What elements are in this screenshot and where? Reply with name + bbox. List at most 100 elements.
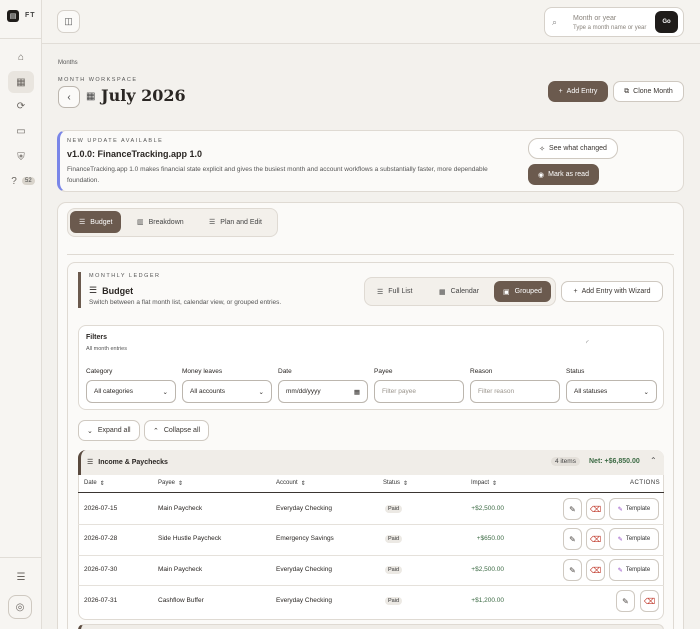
sort-icon: ⇕ [300,481,306,487]
mark-read-label: Mark as read [548,171,589,178]
chevron-up-icon: ⌃ [153,427,159,435]
view-calendar[interactable]: ▦ Calendar [430,281,488,302]
filter-reason-input[interactable]: Filter reason [470,380,560,403]
breadcrumb[interactable]: Months [58,60,78,66]
template-icon: ✎ [617,506,623,513]
filter-status-value: All statuses [574,388,608,395]
sparkle-icon: ✧ [539,145,545,153]
expand-all-button[interactable]: ⌄ Expand all [78,420,140,441]
app-logo-icon[interactable]: ▤ [7,10,19,22]
filter-account-select[interactable]: All accounts ⌄ [182,380,272,403]
col-date[interactable]: Date ⇕ [84,480,105,487]
filter-reason-label: Reason [470,368,493,375]
app-logo-text: FT [25,12,36,19]
workspace-label: MONTH WORKSPACE [58,77,138,83]
edit-button[interactable]: ✎ [563,528,582,550]
sidebar-settings[interactable]: ☰ [8,566,34,588]
user-menu-button[interactable]: ◎ [8,595,32,619]
ledger-subtitle: Switch between a flat month list, calend… [89,299,282,306]
tab-budget-label: Budget [90,218,113,226]
folder-icon: ▣ [503,288,510,296]
clone-month-button[interactable]: ⧉ Clone Month [613,81,684,102]
delete-button[interactable]: ⌫ [586,528,605,550]
row-account: Emergency Savings [276,535,334,542]
tab-budget[interactable]: ☰ Budget [70,211,122,233]
col-impact[interactable]: Impact ⇕ [471,480,497,487]
sidebar-item-sync[interactable]: ⟳ [8,95,34,117]
search-input[interactable]: Type a month name or year [573,25,646,31]
sidebar-item-security[interactable]: ⛨ [8,146,34,168]
go-button[interactable]: Go [655,11,678,33]
sidebar-divider-bottom [0,557,42,558]
edit-icon: ✎ [622,596,629,606]
back-button[interactable]: ‹ [58,86,80,108]
ledger-title-text: Budget [102,285,134,296]
edit-button[interactable]: ✎ [563,559,582,581]
template-label: Template [625,567,651,573]
trash-icon: ⌫ [589,565,602,575]
edit-button[interactable]: ✎ [616,590,635,612]
filters-subtitle: All month entries [86,346,127,352]
edit-icon: ✎ [569,565,576,575]
filter-account-value: All accounts [190,388,226,395]
col-payee[interactable]: Payee ⇕ [158,480,183,487]
filter-date-input[interactable]: mm/dd/yyyy ▦ [278,380,368,403]
update-body: FinanceTracking.app 1.0 makes financial … [67,166,488,184]
plus-icon: + [558,88,563,95]
add-entry-wizard-button[interactable]: + Add Entry with Wizard [561,281,663,302]
filter-category-value: All categories [94,388,134,395]
col-status[interactable]: Status ⇕ [383,480,408,487]
tab-plan-and-edit[interactable]: ☰ Plan and Edit [200,211,271,233]
calendar-icon: ▦ [16,76,26,88]
filter-status-label: Status [566,368,585,375]
next-group-header[interactable] [78,624,664,629]
row-divider [78,555,664,556]
month-search[interactable]: ⌕ Month or year Type a month name or yea… [544,7,684,37]
add-entry-button[interactable]: + Add Entry [548,81,608,102]
delete-button[interactable]: ⌫ [586,498,605,520]
filter-date-label: Date [278,368,292,375]
sort-icon: ⇕ [99,481,105,487]
row-date: 2026-07-28 [84,535,118,542]
sidebar-item-months[interactable]: ▦ [8,71,34,93]
view-full-list[interactable]: ☰ Full List [368,281,421,302]
trash-icon: ⌫ [589,534,602,544]
calendar-icon: ▦ [439,288,446,296]
help-badge: 52 [22,177,35,185]
tab-plan-label: Plan and Edit [220,218,262,226]
col-account[interactable]: Account ⇕ [276,480,306,487]
list-icon: ☰ [89,285,98,295]
chevron-down-icon: ⌄ [87,427,93,435]
row-divider [78,585,664,586]
template-button[interactable]: ✎ Template [609,528,659,550]
collapse-all-button[interactable]: ⌃ Collapse all [144,420,210,441]
chevron-up-icon[interactable]: ⌃ [650,456,657,465]
template-button[interactable]: ✎ Template [609,559,659,581]
row-date: 2026-07-15 [84,505,118,512]
delete-button[interactable]: ⌫ [586,559,605,581]
mark-as-read-button[interactable]: ◉ Mark as read [528,164,599,185]
card-icon: ▭ [16,125,26,137]
filter-category-select[interactable]: All categories ⌄ [86,380,176,403]
view-grouped[interactable]: ▣ Grouped [494,281,551,302]
status-badge: Paid [385,535,403,543]
filter-payee-input[interactable]: Filter payee [374,380,464,403]
tab-breakdown[interactable]: ▥ Breakdown [128,211,193,233]
sidebar-toggle-button[interactable]: ◫ [57,10,80,33]
check-circle-icon: ◉ [538,171,545,179]
row-payee: Cashflow Buffer [158,597,204,604]
search-title: Month or year [573,15,617,22]
edit-icon: ✎ [569,504,576,514]
wizard-label: Add Entry with Wizard [581,288,651,295]
sidebar-item-home[interactable]: ⌂ [8,46,34,68]
group-title: ☰ Income & Paychecks [87,458,168,467]
see-what-changed-button[interactable]: ✧ See what changed [528,138,618,159]
delete-button[interactable]: ⌫ [640,590,659,612]
shield-icon: ⛨ [17,151,25,163]
row-impact: +$2,500.00 [471,566,504,573]
filter-status-select[interactable]: All statuses ⌄ [566,380,657,403]
edit-button[interactable]: ✎ [563,498,582,520]
sidebar-item-accounts[interactable]: ▭ [8,120,34,142]
template-button[interactable]: ✎ Template [609,498,659,520]
chevron-down-icon: ⌄ [643,388,649,396]
